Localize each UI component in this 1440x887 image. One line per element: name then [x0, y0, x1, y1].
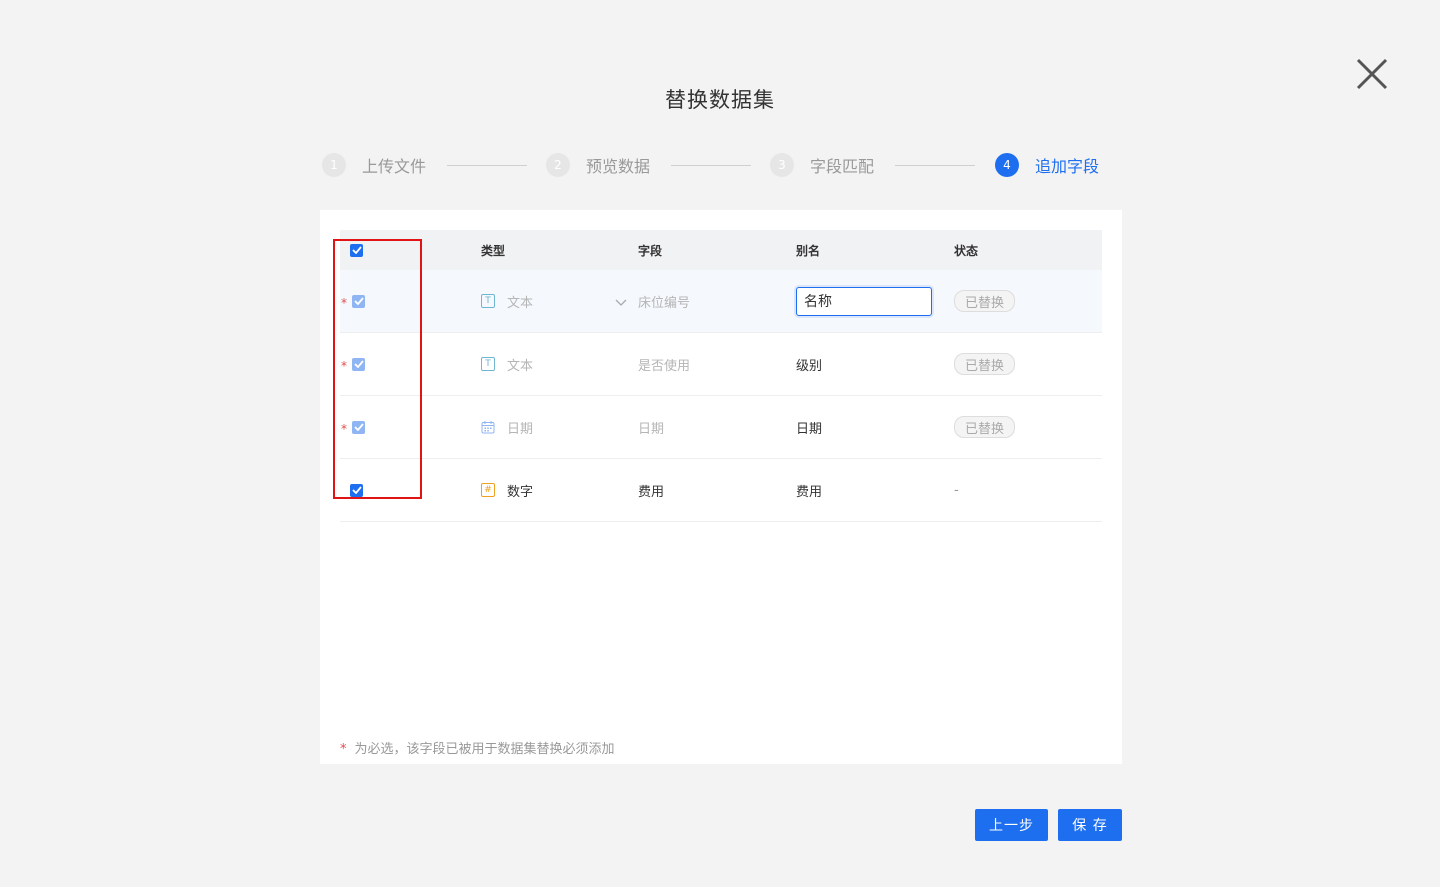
calendar-icon: [481, 420, 495, 434]
header-field: 字段: [638, 243, 663, 258]
step-connector: [447, 165, 527, 166]
status-cell: 已替换: [954, 396, 1016, 458]
type-label: 文本: [507, 358, 534, 374]
check-icon: [353, 423, 364, 431]
chevron-down-icon[interactable]: [615, 296, 627, 311]
check-icon: [353, 297, 364, 305]
row-checkbox-cell: [352, 333, 365, 395]
footnote: * 为必选，该字段已被用于数据集替换必须添加: [340, 738, 615, 757]
text-type-icon: T: [481, 294, 495, 308]
alias-text[interactable]: 日期: [796, 396, 822, 458]
field-table: 类型 字段 别名 状态 * T 文本 床位编号 名称 已替换 * T 文本 是否…: [340, 230, 1102, 522]
text-type-icon: T: [481, 357, 495, 371]
type-label: 日期: [507, 421, 534, 437]
step-label: 字段匹配: [810, 157, 875, 176]
field-name: 是否使用: [638, 358, 691, 374]
check-icon: [351, 246, 362, 254]
header-alias: 别名: [796, 243, 821, 258]
table-row: * T 文本 床位编号 已替换: [340, 270, 1102, 333]
status-badge: 已替换: [954, 290, 1016, 312]
step-number: 4: [995, 153, 1019, 177]
step-upload-file: 1 上传文件: [322, 152, 426, 178]
field-name[interactable]: 床位编号: [638, 270, 690, 332]
type-cell: # 数字: [481, 459, 533, 521]
stepper: 1 上传文件 2 预览数据 3 字段匹配 4 追加字段: [322, 152, 1122, 178]
field-name: 费用: [638, 484, 665, 500]
type-cell: T 文本: [481, 333, 533, 395]
row-checkbox-cell: [352, 270, 365, 332]
step-connector: [671, 165, 751, 166]
row-checkbox[interactable]: [352, 420, 365, 434]
required-marker: *: [341, 296, 347, 310]
step-number: 1: [322, 153, 346, 177]
status-cell: 已替换: [954, 270, 1016, 332]
status-cell: 已替换: [954, 333, 1016, 395]
header-status: 状态: [954, 243, 979, 258]
status-badge: 已替换: [954, 353, 1016, 375]
check-icon: [351, 486, 362, 494]
required-marker: *: [340, 742, 347, 757]
row-checkbox-cell: [350, 459, 363, 521]
step-number: 2: [546, 153, 570, 177]
save-button[interactable]: 保 存: [1058, 809, 1122, 841]
row-checkbox-cell: [352, 396, 365, 458]
step-preview-data: 2 预览数据: [546, 152, 650, 178]
table-header: 类型 字段 别名 状态: [340, 230, 1102, 270]
table-row: # 数字 费用 费用 -: [340, 459, 1102, 522]
required-marker: *: [341, 359, 347, 373]
alias-cell: [796, 270, 932, 332]
alias-text[interactable]: 级别: [796, 333, 822, 395]
step-label: 追加字段: [1035, 157, 1100, 176]
type-cell: 日期: [481, 396, 533, 458]
header-type: 类型: [481, 243, 506, 258]
row-checkbox[interactable]: [352, 357, 365, 371]
alias-text[interactable]: 费用: [796, 459, 822, 521]
type-label: 数字: [507, 484, 534, 500]
table-row: * T 文本 是否使用 级别 已替换: [340, 333, 1102, 396]
select-all-checkbox[interactable]: [350, 243, 363, 257]
content-panel: 类型 字段 别名 状态 * T 文本 床位编号 名称 已替换 * T 文本 是否…: [320, 210, 1122, 764]
step-label: 预览数据: [586, 157, 651, 176]
type-label: 文本: [507, 295, 534, 311]
dialog-title: 替换数据集: [665, 88, 775, 112]
status-text: -: [954, 482, 959, 498]
row-checkbox[interactable]: [352, 294, 365, 308]
number-type-icon: #: [481, 483, 495, 497]
step-number: 3: [770, 153, 794, 177]
row-checkbox[interactable]: [350, 483, 363, 497]
step-field-match: 3 字段匹配: [770, 152, 874, 178]
step-connector: [895, 165, 975, 166]
step-append-field: 4 追加字段: [995, 152, 1099, 178]
footnote-text: 为必选，该字段已被用于数据集替换必须添加: [354, 742, 615, 757]
status-badge: 已替换: [954, 416, 1016, 438]
type-cell: T 文本: [481, 270, 533, 332]
field-name: 日期: [638, 421, 665, 437]
previous-step-button[interactable]: 上一步: [975, 809, 1048, 841]
header-checkbox-cell: [350, 230, 363, 270]
step-label: 上传文件: [362, 157, 427, 176]
required-marker: *: [341, 422, 347, 436]
check-icon: [353, 360, 364, 368]
alias-input[interactable]: [796, 286, 932, 316]
table-row: * 日期 日期 日期 已替换: [340, 396, 1102, 459]
